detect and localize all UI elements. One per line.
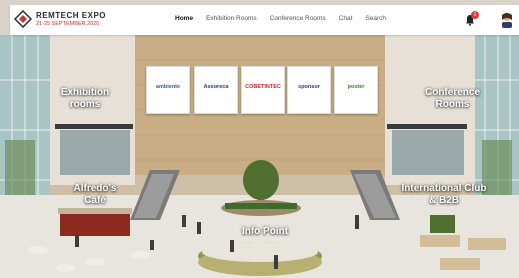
sponsor-banner-1[interactable]: ambiente	[146, 66, 190, 114]
sponsor-banner-2[interactable]: Assoreca	[194, 66, 238, 114]
nav-exhibition-rooms[interactable]: Exhibition Rooms	[206, 15, 257, 22]
sponsor-banner-4[interactable]: sponsor	[287, 66, 331, 114]
hotspot-cafe[interactable]: Alfredo's Café	[65, 183, 125, 207]
notification-badge: 1	[471, 11, 479, 19]
sponsor-banner-5[interactable]: poster	[334, 66, 378, 114]
nav-chat[interactable]: Chat	[339, 15, 353, 22]
nav-conference-rooms[interactable]: Conference Rooms	[270, 15, 326, 22]
nav-search[interactable]: Search	[365, 15, 386, 22]
user-avatar-icon[interactable]	[500, 12, 514, 28]
remtech-logo-icon[interactable]	[14, 10, 32, 28]
logo-title: REMTECH EXPO	[36, 11, 107, 20]
nav-home[interactable]: Home	[175, 15, 193, 22]
virtual-lobby: ambiente Assoreca COBETINTEC sponsor pos…	[0, 0, 519, 278]
hotspot-info-point[interactable]: Info Point	[230, 226, 300, 238]
hotspot-international-club[interactable]: International Club & B2B	[400, 183, 488, 207]
hotspot-conference-rooms[interactable]: Conference Rooms	[415, 87, 490, 111]
top-nav-bar: REMTECH EXPO 21-25 SEPTEMBER 2020 Home E…	[10, 5, 519, 35]
main-nav: Home Exhibition Rooms Conference Rooms C…	[175, 15, 386, 22]
sponsor-banner-3[interactable]: COBETINTEC	[241, 66, 285, 114]
hotspot-exhibition-rooms[interactable]: Exhibition rooms	[55, 87, 115, 111]
logo-subtitle: 21-25 SEPTEMBER 2020	[36, 21, 100, 27]
